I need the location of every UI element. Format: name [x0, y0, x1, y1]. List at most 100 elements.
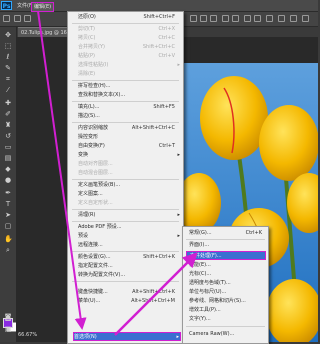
quick-mask-icon[interactable]: ◙ [4, 313, 12, 321]
tool-preset-icon[interactable] [3, 15, 10, 22]
menu-edit[interactable]: 编辑(E) [31, 2, 55, 12]
menu-item[interactable]: 清除(E) [78, 70, 181, 79]
menu-item-label: 自动混合图层... [78, 170, 113, 176]
path-select-tool-icon[interactable]: ➤ [4, 211, 12, 219]
submenu-item[interactable]: 文字(Y)... [189, 315, 266, 324]
type-tool-icon[interactable]: T [4, 200, 12, 208]
brush-tool-icon[interactable]: ✐ [4, 110, 12, 118]
menu-item[interactable]: 菜单(U)... Alt+Shift+Ctrl+M [78, 297, 181, 306]
menu-item[interactable]: 预设 ▸ [78, 232, 181, 241]
menu-item[interactable]: Adobe PDF 预设... [78, 223, 181, 232]
menu-separator [72, 209, 179, 210]
crop-tool-icon[interactable]: ⌗ [4, 75, 12, 83]
distribute-icon[interactable] [266, 15, 273, 22]
menu-item[interactable]: 填充(L)... Shift+F5 [78, 103, 181, 112]
submenu-item[interactable]: 性能(E)... [189, 261, 266, 270]
menu-item-label: 还原(O) [78, 14, 96, 20]
menu-item-label: 菜单(U)... [78, 298, 101, 304]
pen-tool-icon[interactable]: ✒ [4, 189, 12, 197]
eraser-tool-icon[interactable]: ▭ [4, 143, 12, 151]
align-icon[interactable] [190, 15, 197, 22]
menu-item[interactable]: 定义自定形状... [78, 199, 181, 208]
align-icon[interactable] [200, 15, 207, 22]
menu-item-shortcut: Ctrl+T [158, 143, 175, 149]
menu-item[interactable]: 定义图案... [78, 190, 181, 199]
menu-item[interactable]: 还原(O) Shift+Ctrl+F [78, 13, 181, 22]
distribute-icon[interactable] [290, 15, 297, 22]
menu-item[interactable]: 颜色设置(G)... Shift+Ctrl+K [78, 253, 181, 262]
menu-item[interactable]: 粘贴(P) Ctrl+V [78, 52, 181, 61]
hand-tool-icon[interactable]: ✋ [4, 235, 13, 243]
option-icon[interactable] [14, 15, 21, 22]
shape-tool-icon[interactable]: ▢ [4, 222, 12, 230]
menu-item[interactable]: 远程连接... [78, 241, 181, 250]
submenu-item-file-handling[interactable]: 文件处理(F)... [186, 251, 266, 260]
menu-item[interactable]: 内容识别缩放 Alt+Shift+Ctrl+C [78, 124, 181, 133]
menu-item[interactable]: 清理(R) ▸ [78, 211, 181, 220]
edit-menu: 还原(O) Shift+Ctrl+F 剪切(T) Ctrl+X 拷贝(C) Ctrl+… [67, 11, 184, 344]
align-icon[interactable] [222, 15, 229, 22]
screen-mode-icon[interactable]: ▣ [4, 325, 12, 333]
menu-item-preferences[interactable]: 首选项(N) ▸ [73, 332, 181, 341]
distribute-icon[interactable] [278, 15, 285, 22]
eyedropper-tool-icon[interactable]: ⁄ [4, 86, 12, 94]
submenu-item-label: 文件处理(F)... [190, 253, 222, 259]
menu-item[interactable]: 定义画笔预设(B)... [78, 181, 181, 190]
distribute-icon[interactable] [302, 15, 309, 22]
submenu-arrow-icon: ▸ [176, 334, 179, 340]
menu-separator [72, 251, 179, 252]
marquee-tool-icon[interactable]: ⬚ [4, 42, 12, 50]
align-icon[interactable] [210, 15, 217, 22]
menu-item-label: 定义自定形状... [78, 200, 113, 206]
menu-item[interactable]: 选择性粘贴(I) ▸ [78, 61, 181, 70]
menu-item-shortcut: Ctrl+C [158, 35, 175, 41]
menu-item-shortcut: Shift+Ctrl+K [143, 254, 175, 260]
menu-item[interactable]: 拷贝(C) Ctrl+C [78, 34, 181, 43]
menu-item[interactable]: 自动混合图层... [78, 169, 181, 178]
menu-item[interactable]: 自动对齐图层... [78, 160, 181, 169]
dodge-tool-icon[interactable]: ● [4, 176, 12, 184]
distribute-icon[interactable] [244, 15, 251, 22]
move-tool-icon[interactable]: ✥ [4, 31, 12, 39]
menu-item[interactable]: 转换为配置文件(V)... [78, 271, 181, 280]
submenu-item[interactable]: Camera Raw(W)... [189, 330, 266, 339]
submenu-item[interactable]: 参考线、网格和切片(S)... [189, 297, 266, 306]
menu-item[interactable]: 操控变形 [78, 133, 181, 142]
menu-item-label: 填充(L)... [78, 104, 100, 110]
menu-item-label: 粘贴(P) [78, 53, 95, 59]
submenu-item[interactable]: 增效工具(P)... [189, 306, 266, 315]
option-icon[interactable] [24, 15, 31, 22]
menu-item[interactable]: 剪切(T) Ctrl+X [78, 25, 181, 34]
submenu-item-label: 界面(I)... [189, 242, 210, 248]
submenu-item[interactable]: 光标(C)... [189, 270, 266, 279]
menu-item[interactable]: 拼写检查(H)... [78, 82, 181, 91]
submenu-item[interactable]: 透明度与色域(T)... [189, 279, 266, 288]
menu-item-shortcut: Shift+F5 [153, 104, 175, 110]
submenu-item[interactable]: 单位与标尺(U)... [189, 288, 266, 297]
menu-item[interactable]: 描边(S)... [78, 112, 181, 121]
submenu-item[interactable]: 常规(G)... Ctrl+K [189, 229, 266, 238]
menu-item[interactable]: 变换 ▸ [78, 151, 181, 160]
photoshop-logo: Ps [1, 1, 12, 10]
menu-item[interactable]: 键盘快捷键... Alt+Shift+Ctrl+K [78, 288, 181, 297]
menu-item-label: 自动对齐图层... [78, 161, 113, 167]
menu-item[interactable]: 合并拷贝(Y) Shift+Ctrl+C [78, 43, 181, 52]
menu-item-label: 内容识别缩放 [78, 125, 109, 131]
submenu-item[interactable]: 界面(I)... [189, 241, 266, 250]
distribute-icon[interactable] [254, 15, 261, 22]
history-brush-tool-icon[interactable]: ↺ [4, 132, 12, 140]
menu-item[interactable]: 指定配置文件... [78, 262, 181, 271]
clone-stamp-tool-icon[interactable]: ♜ [4, 121, 12, 129]
blur-tool-icon[interactable]: ◆ [4, 165, 12, 173]
align-icon[interactable] [232, 15, 239, 22]
healing-brush-tool-icon[interactable]: ✚ [4, 99, 12, 107]
lasso-tool-icon[interactable]: ℓ [4, 53, 12, 61]
zoom-tool-icon[interactable]: ⌕ [4, 246, 12, 254]
gradient-tool-icon[interactable]: ▤ [4, 154, 12, 162]
menu-item[interactable]: 查找和替换文本(X)... [78, 91, 181, 100]
quick-select-tool-icon[interactable]: ✎ [4, 64, 12, 72]
menu-item-label: 预设 [78, 233, 89, 239]
submenu-item-label: 光标(C)... [189, 271, 212, 277]
submenu-item-label: 常规(G)... [189, 230, 212, 236]
menu-item[interactable]: 自由变换(F) Ctrl+T [78, 142, 181, 151]
